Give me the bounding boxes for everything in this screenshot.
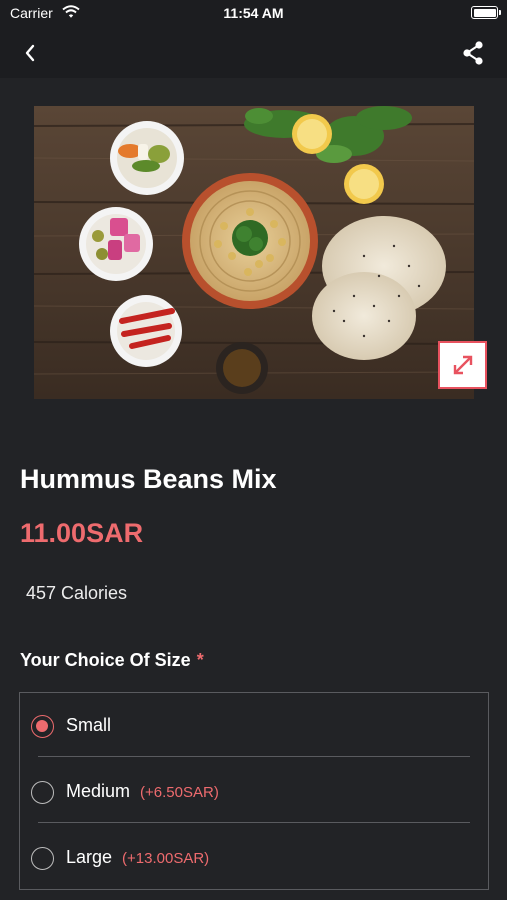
size-option-label: Large (+13.00SAR) bbox=[66, 847, 210, 867]
size-heading-label: Your Choice Of Size bbox=[20, 650, 191, 670]
product-title: Hummus Beans Mix bbox=[20, 464, 277, 494]
size-option-medium[interactable]: Medium (+6.50SAR) bbox=[20, 759, 488, 825]
size-option-small[interactable]: Small bbox=[20, 693, 488, 759]
size-options-group: Small Medium (+6.50SAR) Large (+13.00SAR) bbox=[19, 692, 489, 890]
expand-image-button[interactable] bbox=[438, 341, 487, 389]
chevron-left-icon bbox=[25, 44, 35, 62]
size-option-label: Medium (+6.50SAR) bbox=[66, 781, 219, 801]
product-price: 11.00SAR bbox=[20, 518, 144, 548]
status-bar: Carrier 11:54 AM bbox=[0, 0, 507, 28]
expand-arrows-icon bbox=[453, 355, 472, 375]
size-section-heading: Your Choice Of Size * bbox=[20, 650, 204, 671]
size-option-large[interactable]: Large (+13.00SAR) bbox=[20, 825, 488, 891]
size-option-price: (+6.50SAR) bbox=[140, 784, 219, 801]
back-button[interactable] bbox=[14, 38, 46, 68]
product-calories: 457 Calories bbox=[26, 583, 128, 603]
divider bbox=[38, 756, 470, 757]
radio-unselected-icon[interactable] bbox=[31, 847, 54, 870]
required-mark: * bbox=[196, 650, 204, 670]
size-option-label: Small bbox=[66, 715, 112, 735]
nav-bar bbox=[0, 28, 507, 78]
share-button[interactable] bbox=[457, 36, 489, 70]
radio-unselected-icon[interactable] bbox=[31, 781, 54, 804]
size-option-price: (+13.00SAR) bbox=[122, 850, 210, 867]
product-image bbox=[34, 106, 474, 399]
radio-selected-icon[interactable] bbox=[31, 715, 54, 738]
divider bbox=[38, 822, 470, 823]
battery-icon bbox=[471, 6, 501, 19]
share-icon bbox=[463, 41, 483, 65]
clock: 11:54 AM bbox=[223, 5, 284, 21]
